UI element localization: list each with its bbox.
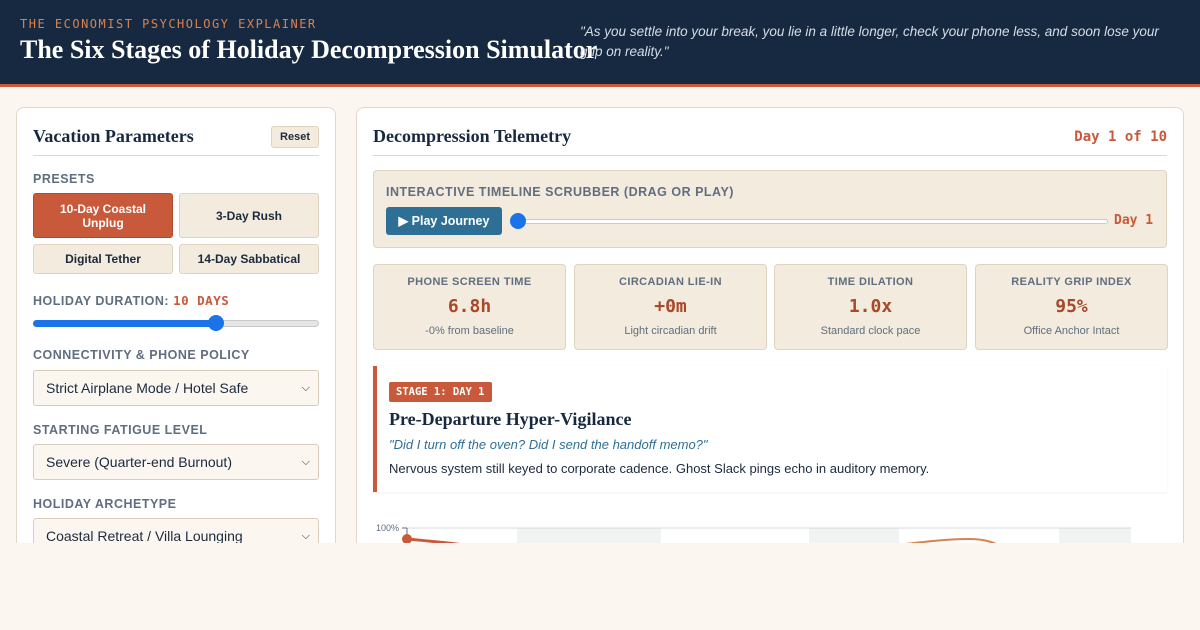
metric-circadian-lie-in: CIRCADIAN LIE-IN +0m Light circadian dri… <box>574 264 767 350</box>
chevron-down-icon: ⌵ <box>301 456 310 468</box>
stage-badge: STAGE 1: DAY 1 <box>389 382 492 402</box>
chevron-down-icon: ⌵ <box>301 530 310 542</box>
fatigue-select[interactable]: Severe (Quarter-end Burnout) ⌵ <box>33 444 319 480</box>
connectivity-label: CONNECTIVITY & PHONE POLICY <box>33 348 250 362</box>
stage-card: STAGE 1: DAY 1 Pre-Departure Hyper-Vigil… <box>373 366 1167 492</box>
stage-band <box>809 528 899 543</box>
fatigue-label: STARTING FATIGUE LEVEL <box>33 423 208 437</box>
stage-band <box>1059 528 1131 543</box>
play-journey-button[interactable]: ▶ Play Journey <box>386 207 502 235</box>
metric-label: CIRCADIAN LIE-IN <box>619 276 722 288</box>
scrubber-label: INTERACTIVE TIMELINE SCRUBBER (DRAG OR P… <box>386 185 734 199</box>
metric-label: REALITY GRIP INDEX <box>1011 276 1132 288</box>
archetype-select[interactable]: Coastal Retreat / Villa Lounging ⌵ <box>33 518 319 543</box>
timeline-slider-thumb[interactable] <box>510 213 526 229</box>
vacation-parameters-panel: Vacation Parameters Reset PRESETS 10-Day… <box>16 107 336 543</box>
holiday-duration-label: HOLIDAY DURATION: 10 DAYS <box>33 293 229 308</box>
parameters-header: Vacation Parameters Reset <box>33 108 319 156</box>
archetype-selected-value: Coastal Retreat / Villa Lounging <box>46 528 243 543</box>
archetype-label: HOLIDAY ARCHETYPE <box>33 497 177 511</box>
connectivity-selected-value: Strict Airplane Mode / Hotel Safe <box>46 380 249 396</box>
holiday-duration-slider[interactable] <box>33 315 319 331</box>
telemetry-header: Decompression Telemetry Day 1 of 10 <box>373 108 1167 156</box>
stage-description: Nervous system still keyed to corporate … <box>389 461 930 476</box>
preset-3-day-rush[interactable]: 3-Day Rush <box>179 193 319 238</box>
preset-10-day-coastal-unplug[interactable]: 10-Day Coastal Unplug <box>33 193 173 238</box>
decompression-chart: 100% <box>376 523 1131 543</box>
stage-title: Pre-Departure Hyper-Vigilance <box>389 409 632 429</box>
timeline-scrubber: INTERACTIVE TIMELINE SCRUBBER (DRAG OR P… <box>373 170 1167 248</box>
current-day-marker <box>402 534 412 543</box>
metric-subtext: -0% from baseline <box>425 325 514 337</box>
scrubber-day-readout: Day 1 <box>1114 213 1154 228</box>
timeline-slider[interactable] <box>510 213 1108 229</box>
stage-quote: "Did I turn off the oven? Did I send the… <box>389 437 708 452</box>
duration-slider-thumb[interactable] <box>208 315 225 331</box>
presets-label: PRESETS <box>33 172 95 186</box>
header-kicker: THE ECONOMIST PSYCHOLOGY EXPLAINER <box>20 17 317 31</box>
telemetry-title: Decompression Telemetry <box>373 126 572 146</box>
reality-grip-line <box>406 537 461 543</box>
connectivity-select[interactable]: Strict Airplane Mode / Hotel Safe ⌵ <box>33 370 319 406</box>
metric-label: PHONE SCREEN TIME <box>407 276 532 288</box>
metric-time-dilation: TIME DILATION 1.0x Standard clock pace <box>774 264 967 350</box>
app-title: The Six Stages of Holiday Decompression … <box>20 35 598 64</box>
metric-subtext: Office Anchor Intact <box>1023 325 1120 337</box>
reset-button[interactable]: Reset <box>271 126 319 148</box>
main-content: Vacation Parameters Reset PRESETS 10-Day… <box>0 87 1200 543</box>
holiday-duration-label-text: HOLIDAY DURATION: <box>33 294 170 308</box>
parameters-title: Vacation Parameters <box>33 126 194 146</box>
preset-14-day-sabbatical[interactable]: 14-Day Sabbatical <box>179 244 319 274</box>
metric-value: 6.8h <box>447 296 492 317</box>
metric-value: 1.0x <box>848 296 893 317</box>
metric-label: TIME DILATION <box>827 276 914 288</box>
header-quote: "As you settle into your break, you lie … <box>580 24 1159 59</box>
chart-y-tick-label: 100% <box>376 523 399 533</box>
metric-subtext: Standard clock pace <box>820 325 921 337</box>
metric-subtext: Light circadian drift <box>624 325 717 337</box>
metric-value: +0m <box>654 296 687 317</box>
app-header: THE ECONOMIST PSYCHOLOGY EXPLAINER The S… <box>0 0 1200 87</box>
stage-band <box>517 528 661 543</box>
holiday-duration-value: 10 DAYS <box>173 293 230 308</box>
metric-phone-screen-time: PHONE SCREEN TIME 6.8h -0% from baseline <box>373 264 566 350</box>
duration-slider-fill <box>33 320 217 327</box>
chevron-down-icon: ⌵ <box>301 382 310 394</box>
metric-value: 95% <box>1055 296 1088 317</box>
fatigue-selected-value: Severe (Quarter-end Burnout) <box>46 454 232 470</box>
metric-reality-grip-index: REALITY GRIP INDEX 95% Office Anchor Int… <box>975 264 1168 350</box>
timeline-slider-track <box>510 219 1108 224</box>
day-counter: Day 1 of 10 <box>1074 129 1167 145</box>
decompression-telemetry-panel: Decompression Telemetry Day 1 of 10 INTE… <box>356 107 1184 543</box>
preset-digital-tether[interactable]: Digital Tether <box>33 244 173 274</box>
